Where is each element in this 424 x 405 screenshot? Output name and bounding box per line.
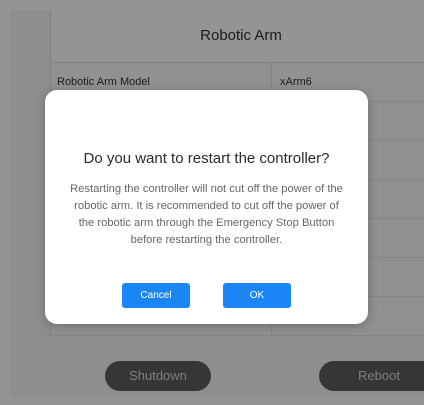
dialog-message: Restarting the controller will not cut o… xyxy=(70,183,343,246)
ok-button[interactable]: OK xyxy=(223,283,291,308)
restart-confirm-dialog: Do you want to restart the controller? R… xyxy=(45,90,368,324)
dialog-title: Do you want to restart the controller? xyxy=(83,150,330,167)
cancel-button[interactable]: Cancel xyxy=(122,283,190,308)
